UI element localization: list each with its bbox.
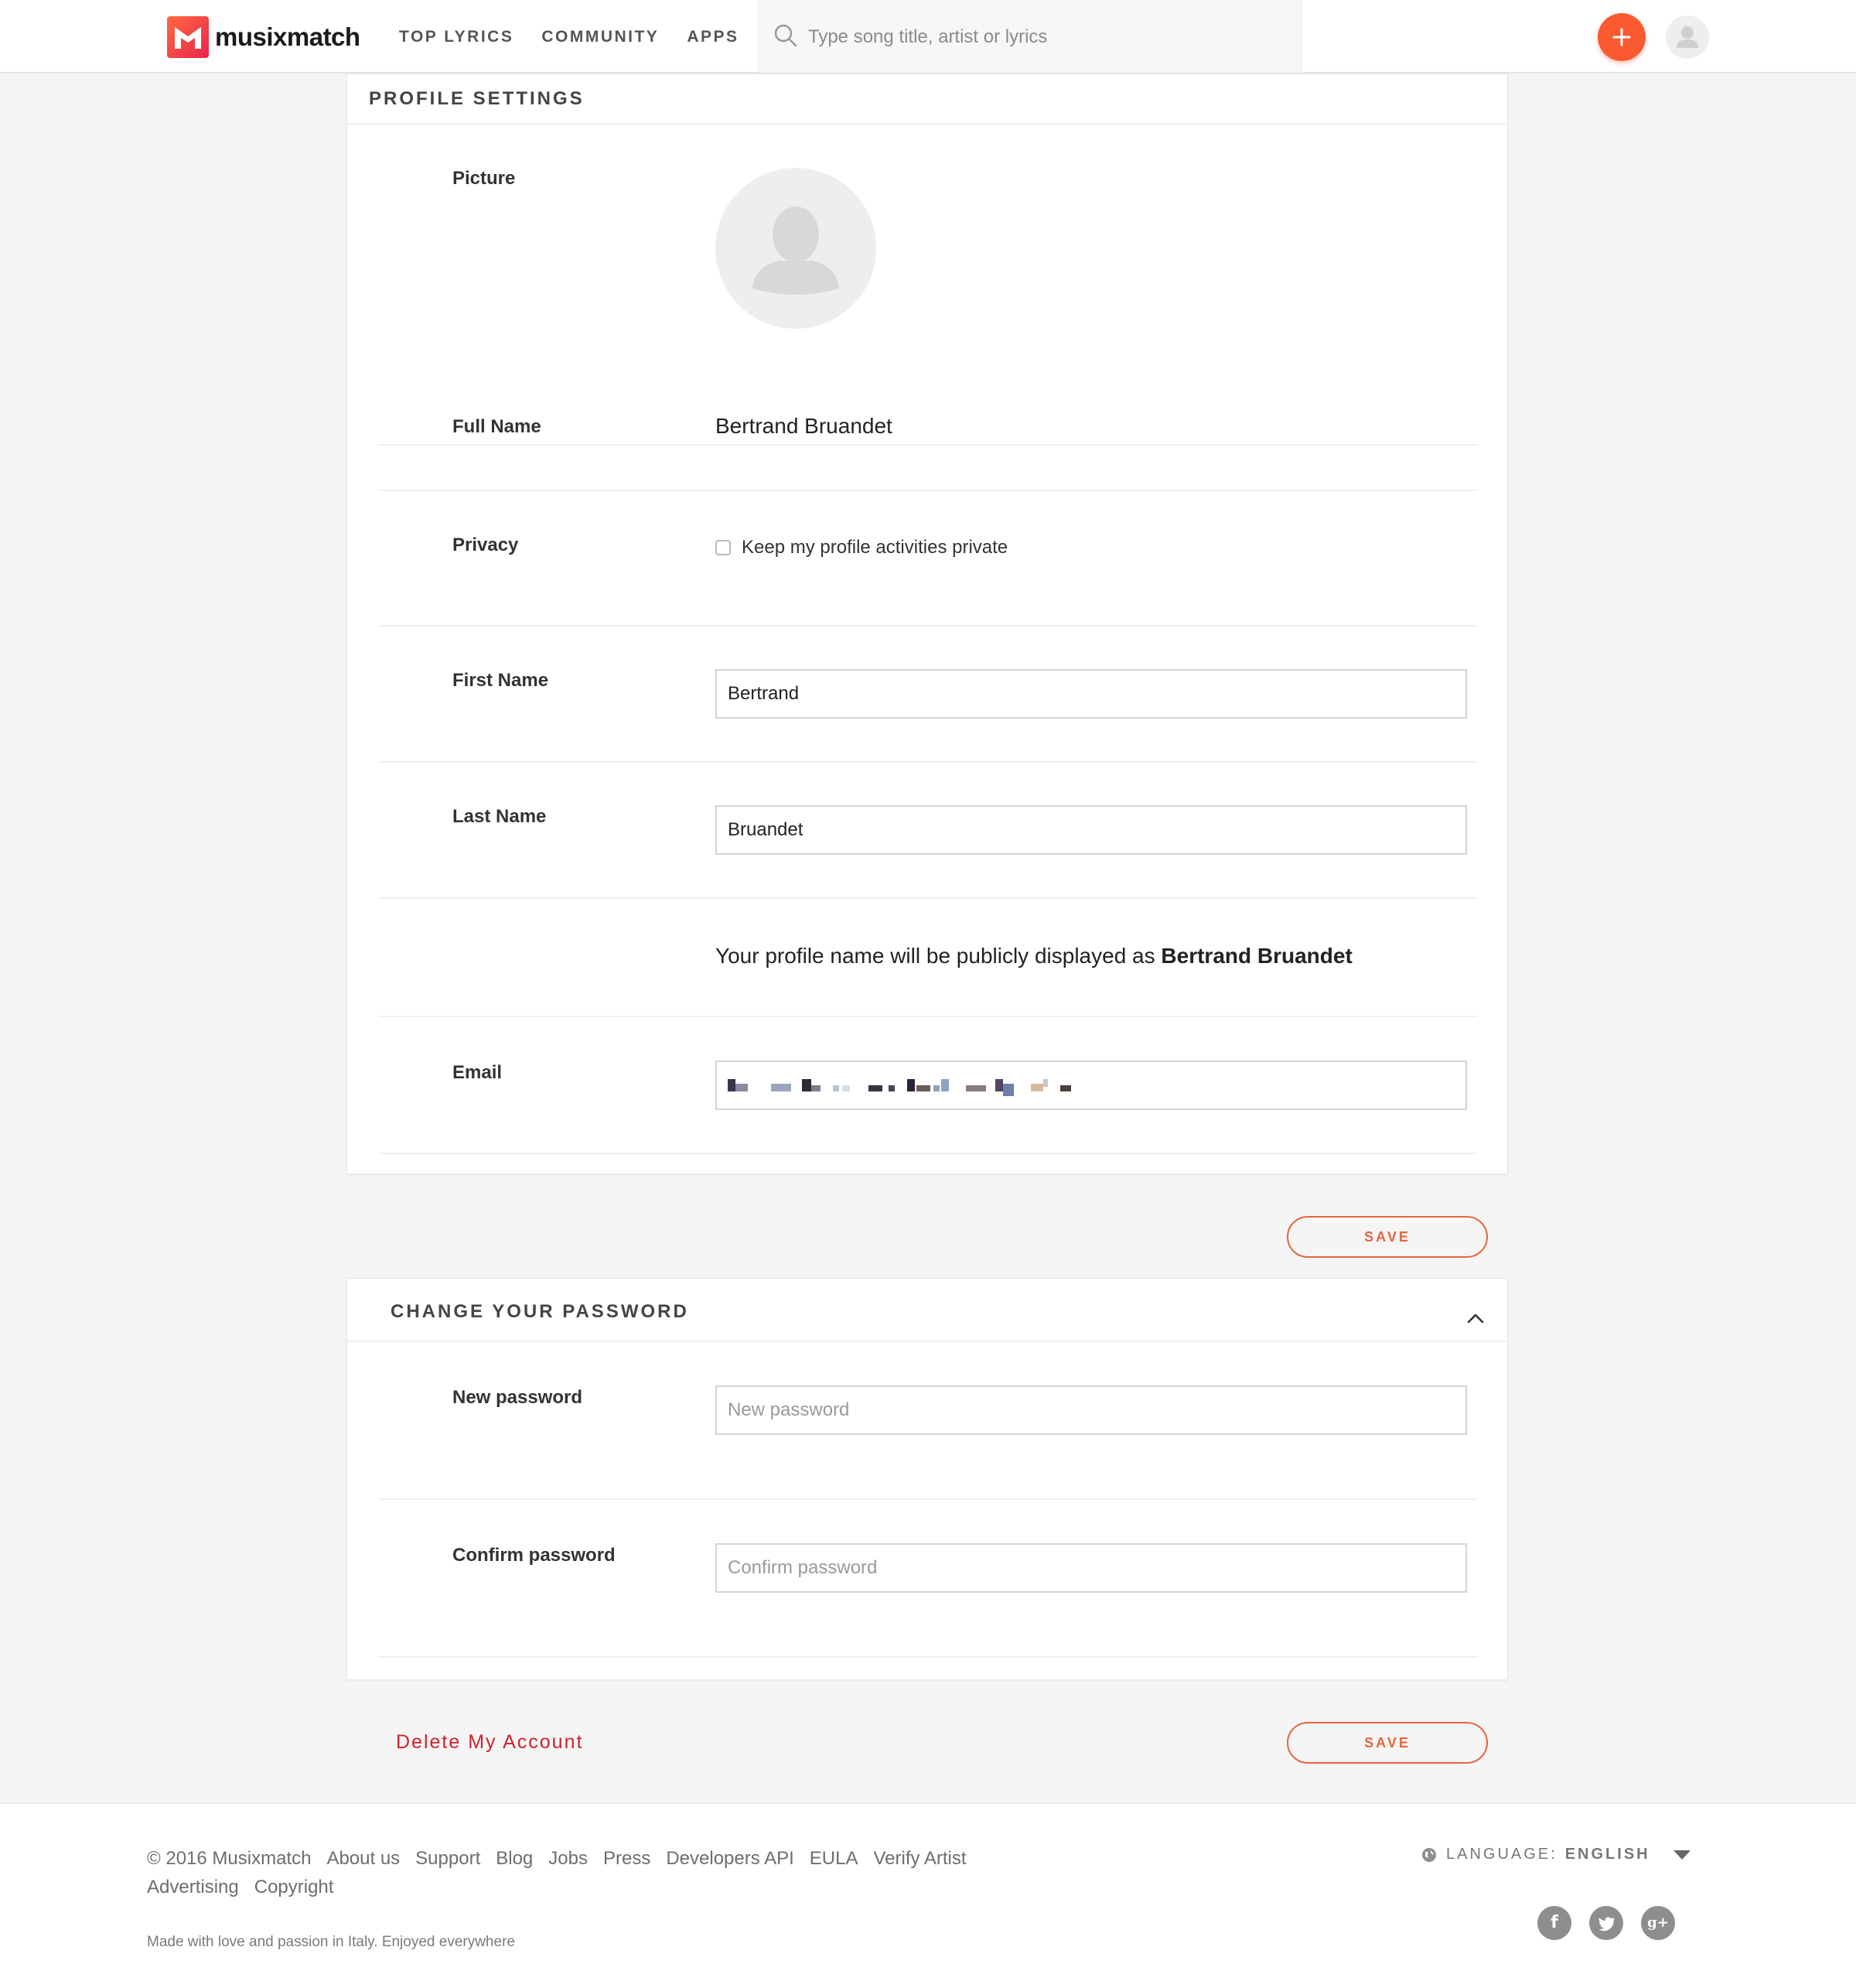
footer-link-copyright[interactable]: Copyright bbox=[254, 1873, 334, 1901]
footer-link-developers-api[interactable]: Developers API bbox=[666, 1844, 793, 1873]
footer-copyright: © 2016 Musixmatch bbox=[147, 1848, 312, 1869]
delete-account-link[interactable]: Delete My Account bbox=[396, 1731, 583, 1754]
email-label: Email bbox=[452, 1062, 503, 1083]
profile-settings-header: PROFILE SETTINGS bbox=[347, 74, 1507, 125]
footer-link-advertising[interactable]: Advertising bbox=[147, 1873, 239, 1901]
confirm-password-label: Confirm password bbox=[452, 1545, 616, 1566]
nav-top-lyrics[interactable]: TOP LYRICS bbox=[399, 28, 513, 46]
public-name-value: Bertrand Bruandet bbox=[1161, 944, 1353, 968]
google-plus-icon[interactable]: g+ bbox=[1641, 1906, 1675, 1940]
save-password-button[interactable]: SAVE bbox=[1287, 1722, 1488, 1764]
email-input[interactable] bbox=[715, 1061, 1467, 1110]
first-name-input[interactable] bbox=[715, 669, 1467, 719]
twitter-bird-glyph bbox=[1598, 1917, 1615, 1932]
default-avatar-icon bbox=[752, 207, 839, 295]
user-icon bbox=[1677, 26, 1698, 48]
twitter-icon[interactable] bbox=[1589, 1906, 1623, 1940]
last-name-input[interactable] bbox=[715, 805, 1467, 855]
full-name-label: Full Name bbox=[452, 416, 541, 437]
facebook-icon[interactable]: f bbox=[1537, 1906, 1571, 1940]
footer-links: © 2016 Musixmatch About us Support Blog Jobs… bbox=[147, 1844, 1090, 1901]
public-name-prefix: Your profile name will be publicly displ… bbox=[715, 944, 1155, 968]
profile-picture[interactable] bbox=[715, 168, 876, 329]
first-name-label: First Name bbox=[452, 670, 549, 691]
footer-link-eula[interactable]: EULA bbox=[810, 1844, 858, 1873]
globe-icon bbox=[1422, 1847, 1436, 1862]
first-name-row: First Name bbox=[378, 627, 1478, 763]
brand-name: musixmatch bbox=[215, 22, 360, 51]
caret-down-icon bbox=[1673, 1850, 1691, 1860]
change-password-header[interactable]: CHANGE YOUR PASSWORD bbox=[347, 1279, 1507, 1342]
main-nav: TOP LYRICS COMMUNITY APPS bbox=[399, 0, 767, 73]
user-avatar-button[interactable] bbox=[1666, 15, 1709, 59]
privacy-label: Privacy bbox=[452, 535, 519, 555]
public-name-notice: Your profile name will be publicly displ… bbox=[715, 944, 1353, 968]
footer-link-blog[interactable]: Blog bbox=[496, 1844, 533, 1873]
footer: © 2016 Musixmatch About us Support Blog Jobs… bbox=[0, 1802, 1856, 1988]
change-password-card: CHANGE YOUR PASSWORD New password Confir… bbox=[346, 1278, 1508, 1680]
privacy-row: Privacy Keep my profile activities priva… bbox=[378, 491, 1478, 627]
language-label: LANGUAGE: bbox=[1446, 1846, 1557, 1863]
search-bar bbox=[758, 0, 1302, 73]
chevron-up-icon[interactable] bbox=[1467, 1313, 1484, 1324]
profile-settings-card: PROFILE SETTINGS Picture Full Name Bertr… bbox=[346, 73, 1508, 1174]
new-password-input[interactable] bbox=[715, 1385, 1467, 1435]
privacy-checkbox[interactable] bbox=[715, 540, 731, 555]
plus-icon bbox=[1612, 28, 1631, 46]
search-icon bbox=[774, 24, 797, 47]
change-password-title: CHANGE YOUR PASSWORD bbox=[391, 1301, 689, 1322]
footer-link-about[interactable]: About us bbox=[326, 1844, 400, 1873]
picture-label: Picture bbox=[452, 168, 516, 189]
footer-link-support[interactable]: Support bbox=[415, 1844, 480, 1873]
musixmatch-logo-icon bbox=[167, 16, 209, 58]
full-name-value: Bertrand Bruandet bbox=[715, 414, 892, 438]
new-password-row: New password bbox=[378, 1342, 1478, 1500]
language-value: ENGLISH bbox=[1564, 1846, 1650, 1863]
add-lyrics-button[interactable] bbox=[1598, 13, 1646, 61]
profile-settings-title: PROFILE SETTINGS bbox=[369, 88, 585, 109]
last-name-row: Last Name bbox=[378, 763, 1478, 899]
search-input[interactable] bbox=[807, 17, 1274, 57]
footer-link-press[interactable]: Press bbox=[603, 1844, 650, 1873]
new-password-label: New password bbox=[452, 1387, 583, 1408]
nav-community[interactable]: COMMUNITY bbox=[541, 28, 659, 46]
full-name-row: Full Name Bertrand Bruandet bbox=[378, 372, 1478, 491]
footer-tagline: Made with love and passion in Italy. Enj… bbox=[147, 1934, 515, 1950]
footer-link-verify-artist[interactable]: Verify Artist bbox=[873, 1844, 966, 1873]
public-name-row: Your profile name will be publicly displ… bbox=[378, 899, 1478, 1017]
last-name-label: Last Name bbox=[452, 806, 547, 827]
top-navigation-bar: musixmatch TOP LYRICS COMMUNITY APPS bbox=[0, 0, 1856, 73]
privacy-option-label[interactable]: Keep my profile activities private bbox=[742, 537, 1008, 558]
confirm-password-input[interactable] bbox=[715, 1543, 1467, 1593]
confirm-password-row: Confirm password bbox=[378, 1500, 1478, 1658]
email-row: Email bbox=[378, 1017, 1478, 1154]
save-profile-button[interactable]: SAVE bbox=[1287, 1216, 1488, 1258]
nav-apps[interactable]: APPS bbox=[687, 28, 739, 46]
social-links: f g+ bbox=[1537, 1906, 1693, 1940]
footer-link-jobs[interactable]: Jobs bbox=[548, 1844, 588, 1873]
language-selector[interactable]: LANGUAGE: ENGLISH bbox=[1421, 1846, 1691, 1863]
musixmatch-logo[interactable]: musixmatch bbox=[167, 16, 360, 58]
